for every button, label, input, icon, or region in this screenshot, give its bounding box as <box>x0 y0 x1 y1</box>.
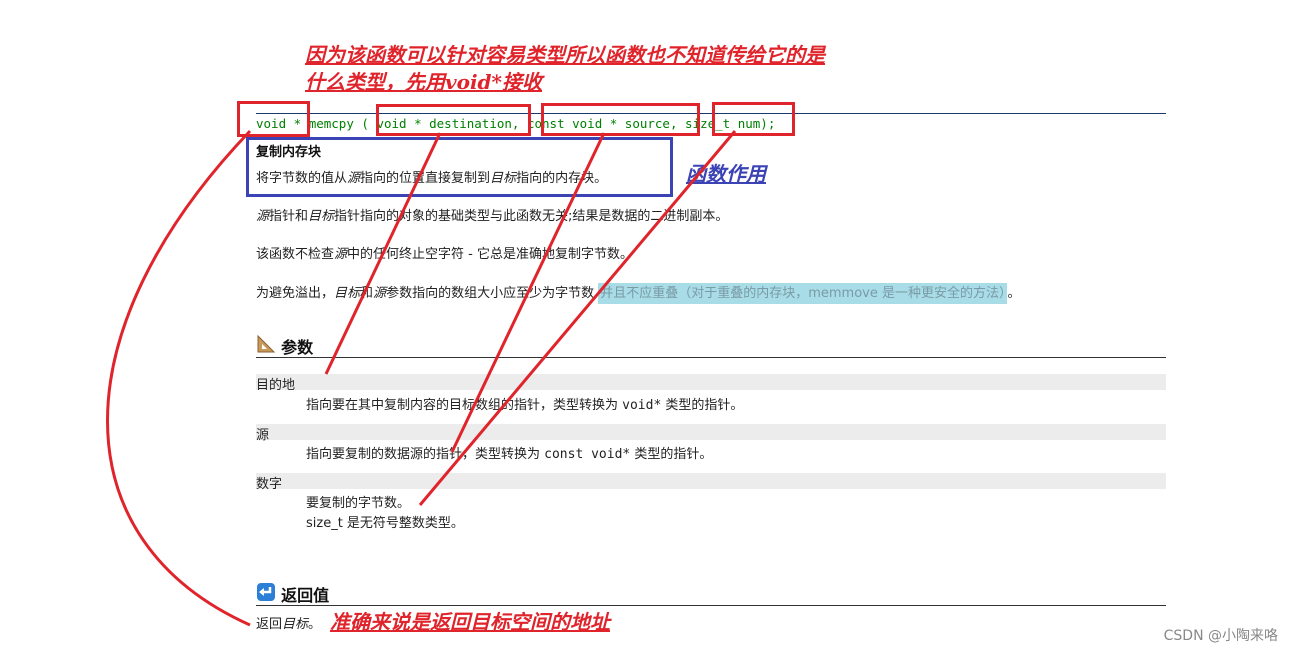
connector-source <box>450 132 606 453</box>
connector-return-type <box>106 129 252 627</box>
connector-destination <box>324 132 442 375</box>
annotation-connector-lines <box>106 129 737 627</box>
